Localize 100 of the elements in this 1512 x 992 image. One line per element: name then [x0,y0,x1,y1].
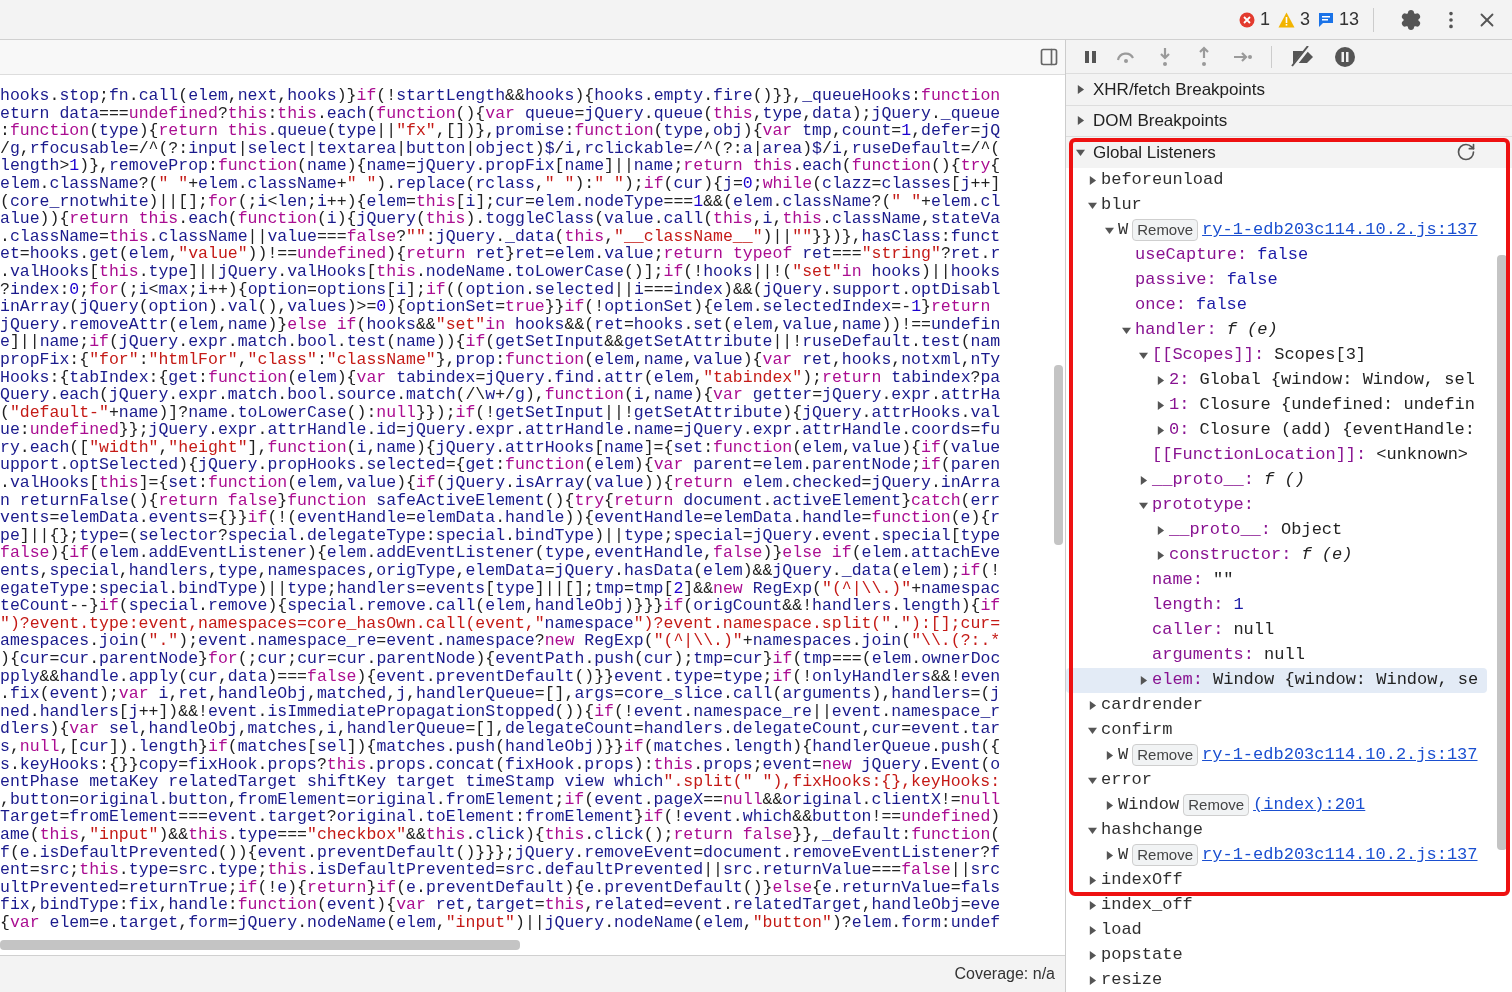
event-name: load [1101,919,1142,942]
expand-arrow-icon[interactable] [1076,84,1085,94]
horizontal-scrollbar[interactable] [0,940,520,950]
event-name: cardrender [1101,694,1204,717]
collapse-arrow-icon[interactable] [1139,500,1148,510]
expand-arrow-icon[interactable] [1088,900,1097,910]
expand-arrow-icon[interactable] [1139,475,1148,485]
property-text: __proto__: Object [1169,519,1343,542]
issue-count[interactable]: 3 [1299,6,1310,33]
event-name: error [1101,769,1152,792]
code-line: ent=src;this.type=src.type;this.isDefaultPrevented=src.defaultPrevented||src.returnValue===false||src [0,861,1001,879]
collapse-arrow-icon[interactable] [1105,225,1114,235]
coverage-text: Coverage: n/a [954,964,1055,984]
code-line: dlers){var sel,handleObj,matches,i,handlerQueue=[],delegateCount=handlers.delegateCount,cur=event.tar [0,720,1001,738]
listener-target: W [1118,219,1129,242]
refresh-icon[interactable] [1456,142,1476,163]
collapse-arrow-icon[interactable] [1088,775,1097,785]
property-text: caller: null [1152,619,1275,642]
collapse-arrow-icon[interactable] [1088,200,1097,210]
section-header[interactable]: XHR/fetch Breakpoints [1066,73,1512,105]
code-line: pply&&handle.apply(cur,data)===false){event.preventDefault()}}event.type=type;if(!onlyHandlers&&!even [0,667,1001,686]
expand-arrow-icon[interactable] [1156,425,1165,435]
code-line: entPhase metaKey relatedTarget shiftKey target timeStamp view which".split(" "),fixHooks:{},keyHooks: [0,773,1001,791]
event-name: blur [1101,194,1142,217]
code-line: (core_rnotwhite)||[];for(;i<len;i++){elem=this[i];cur=elem.nodeType===1&&(elem.className?(" "+elem.cl [0,192,1001,211]
selected-row[interactable]: elem: Window {window: Window, se [1066,667,1487,693]
code-line: .valHooks[this.type]||jQuery.valHooks[this.nodeName.toLowerCase()];if(!hooks||!("set"in hooks)||hooks [0,262,1001,281]
panel-toggle-icon[interactable] [1039,47,1059,67]
code-line: elem.className?(" "+elem.className+" ").replace(rclass," "):" ");if(cur){j=0;while(clazz=classes[j++] [0,174,1001,193]
collapse-arrow-icon[interactable] [1122,325,1131,335]
code-line: f(e.isDefaultPrevented()){event.preventDefault()}}};jQuery.removeEvent=document.removeEventListener?f [0,843,1001,862]
code-line: n returnFalse(){return false}function safeActiveElement(){try{return document.activeElement}catch(err [0,491,1001,510]
property-text: handler: f (e) [1135,319,1278,342]
property-text: length: 1 [1152,594,1244,617]
expand-arrow-icon[interactable] [1156,550,1165,560]
event-name: index_off [1101,894,1193,917]
event-name: beforeunload [1101,169,1224,192]
expand-arrow-icon[interactable] [1156,400,1165,410]
property-text: prototype: [1152,494,1255,517]
expand-arrow-icon[interactable] [1088,175,1097,185]
code-line: eturn data===undefined?this:this.each(function(){var queue=jQuery.queue(this,type,data);jQuery._queue [0,104,1001,123]
code-line: Hooks:{tabIndex:{get:function(elem){var tabindex=jQuery.find.attr(elem,"tabindex");return tabindex?pa [0,368,1001,387]
code-line: pe]||{};type=(selector?special.delegateType:special.bindType)||type;special=jQuery.event.special[type [0,526,1001,545]
code-line: s.keyHooks:{}}copy=fixHook.props?this.props.concat(fixHook.props):this.props;event=new jQuery.Event(o [0,755,1001,774]
error-icon [1238,11,1255,28]
section-title: DOM Breakpoints [1093,110,1229,132]
vertical-scrollbar[interactable] [1054,365,1063,545]
source-link[interactable]: ry-1-edb203c114.10.2.js:137 [1202,842,1478,868]
source-link[interactable]: ry-1-edb203c114.10.2.js:137 [1202,217,1478,243]
code-line: ?index:0;for(;i<max;i++){option=options[i];if((option.selected||i===index)&&(jQuery.support.optDisabl [0,280,1001,299]
collapse-arrow-icon[interactable] [1139,350,1148,360]
issue-count[interactable]: 1 [1259,6,1270,33]
code-line: jQuery.removeAttr(elem,name)}else if(hooks&&"set"in hooks&&(ret=hooks.set(elem,value,name))!==undefin [0,315,1001,334]
code-line: hooks.stop;fn.call(elem,next,hooks)}if(!startLength&&hooks){hooks.empty.fire()}},_queueHooks:function [0,87,1001,105]
expand-arrow-icon[interactable] [1105,750,1114,760]
expand-arrow-icon[interactable] [1088,700,1097,710]
collapse-arrow-icon[interactable] [1076,147,1085,157]
source-link[interactable]: (index):201 [1253,792,1366,818]
pause-icon[interactable] [1084,48,1098,65]
expand-arrow-icon[interactable] [1156,375,1165,385]
remove-button[interactable]: Remove [1132,844,1199,866]
remove-button[interactable]: Remove [1132,744,1199,766]
expand-arrow-icon[interactable] [1088,925,1097,935]
expand-arrow-icon[interactable] [1088,975,1097,985]
collapse-arrow-icon[interactable] [1088,825,1097,835]
property-text: [[FunctionLocation]]: <unknown> [1152,444,1469,467]
remove-button[interactable]: Remove [1183,794,1250,816]
code-line: ry.each(["width","height"],function(i,name){jQuery.attrHooks[name]={set:function(elem,value){if(value [0,438,1001,457]
listener-target: W [1118,844,1129,867]
expand-arrow-icon[interactable] [1088,875,1097,885]
code-line: {var elem=e.target,form=jQuery.nodeName(elem,"input")||jQuery.nodeName(elem,"button")?elem.form:undef [0,913,1001,932]
issue-count[interactable]: 13 [1338,6,1359,33]
expand-arrow-icon[interactable] [1156,525,1165,535]
code-line: alue)){return this.each(function(i){jQuery(this).toggleClass(value.call(this,i,this.className,stateVa [0,210,1001,228]
code-line: false){if(elem.addEventListener){elem.addEventListener(type,eventHandle,false)}else if(elem.attachEve [0,544,1001,563]
property-text: arguments: null [1152,644,1305,667]
pause-exceptions-icon[interactable] [1334,45,1356,68]
property-text: constructor: f (e) [1169,544,1353,567]
expand-arrow-icon[interactable] [1105,850,1114,860]
code-line: egateType:special.bindType)||type;handlers=events[type]||[];tmp=tmp[2]&&new RegExp("(^|\\.)"+namespac [0,579,1001,598]
code-line: .fix(event);var i,ret,handleObj,matched,j,handlerQueue=[],args=core_slice.call(arguments),handlers=(j [0,685,1001,703]
collapse-arrow-icon[interactable] [1088,725,1097,735]
property-text: __proto__: f () [1152,469,1305,492]
listener-target: Window [1118,794,1180,817]
sidebar-scrollbar[interactable] [1497,255,1507,850]
section-header[interactable]: DOM Breakpoints [1066,104,1512,136]
source-link[interactable]: ry-1-edb203c114.10.2.js:137 [1202,742,1478,768]
code-line: inArray(jQuery(option).val(),values)>=0){optionSet=true}}if(!optionSet){elem.selectedIndex=-1}return [0,298,991,316]
expand-arrow-icon[interactable] [1139,675,1148,685]
expand-arrow-icon[interactable] [1088,950,1097,960]
expand-arrow-icon[interactable] [1076,116,1085,126]
code-line: et=hooks.get(elem,"value"))!==undefined){return ret}ret=elem.value;return typeof ret==="string"?ret.r [0,245,1001,263]
settings-icon[interactable] [1400,8,1422,31]
code-line: .className=this.className||value===false?"":jQuery._data(this,"__className__")||""}})},hasClass:funct [0,227,1001,246]
remove-button[interactable]: Remove [1132,219,1199,241]
code-line: fix,bindType:fix,handle:function(event){var ret,target=this,related=event.relatedTarget,handleObj=eve [0,896,1001,914]
event-name: hashchange [1101,819,1204,842]
code-line: ents,special,handlers,type,namespaces,origType,elemData=jQuery.hasData(elem)&&jQuery._data(elem);if(! [0,562,1001,580]
expand-arrow-icon[interactable] [1105,800,1114,810]
property-text: once: false [1135,294,1248,317]
